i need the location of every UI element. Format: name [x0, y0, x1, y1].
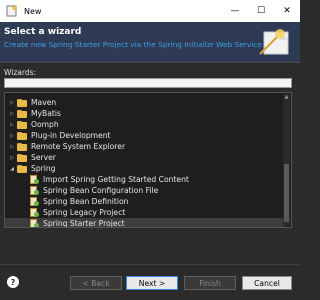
window-title: New — [24, 6, 42, 16]
chevron-down-icon[interactable]: ◢ — [7, 163, 17, 174]
spring-wizard-icon — [29, 175, 39, 184]
wizard-tree[interactable]: Spring Starter Project Spring Legacy Proj… — [4, 92, 292, 228]
tree-scrollbar[interactable]: ▲ — [283, 94, 290, 226]
tree-item-label: Spring Legacy Project — [43, 208, 126, 217]
folder-icon — [17, 109, 27, 118]
button-bar-divider — [0, 264, 300, 265]
new-wizard-icon — [5, 4, 19, 18]
tree-item-label: Plug-in Development — [31, 131, 111, 140]
tree-folder-item[interactable]: ▷ MyBatis — [5, 108, 285, 119]
tree-item-label: Spring — [31, 164, 56, 173]
minimize-button[interactable]: — — [222, 0, 248, 22]
scroll-thumb[interactable] — [284, 164, 289, 222]
tree-item-label: Spring Bean Definition — [43, 197, 129, 206]
tree-item-label: Remote System Explorer — [31, 142, 126, 151]
tree-item-label: Oomph — [31, 120, 59, 129]
wizard-header: Select a wizard Create new Spring Starte… — [0, 22, 300, 62]
minimize-icon: — — [230, 6, 240, 16]
folder-icon — [17, 120, 27, 129]
spring-wizard-icon — [29, 186, 39, 195]
chevron-right-icon[interactable]: ▷ — [7, 119, 17, 130]
close-button[interactable]: ✕ — [274, 0, 300, 22]
finish-button[interactable]: Finish — [184, 276, 236, 290]
folder-icon — [17, 142, 27, 151]
wizards-label: Wizards: — [4, 68, 37, 77]
wizard-banner-icon — [259, 29, 289, 55]
tree-wizard-item[interactable]: Import Spring Getting Started Content — [5, 174, 285, 185]
folder-icon — [17, 153, 27, 162]
tree-folder-item[interactable]: ▷ Remote System Explorer — [5, 141, 285, 152]
tree-wizard-item[interactable]: Spring Bean Configuration File — [5, 185, 285, 196]
help-button[interactable]: ? — [7, 276, 19, 288]
tree-folder-item[interactable]: ▷ Oomph — [5, 119, 285, 130]
chevron-right-icon[interactable]: ▷ — [7, 141, 17, 152]
folder-icon — [17, 164, 27, 173]
spring-wizard-icon — [29, 197, 39, 206]
page-description: Create new Spring Starter Project via th… — [4, 40, 262, 49]
chevron-right-icon[interactable]: ▷ — [7, 130, 17, 141]
tree-folder-item[interactable]: ▷ Plug-in Development — [5, 130, 285, 141]
wizard-filter-input[interactable] — [4, 78, 292, 88]
maximize-button[interactable]: ☐ — [248, 0, 274, 22]
chevron-right-icon[interactable]: ▷ — [7, 108, 17, 119]
folder-icon — [17, 98, 27, 107]
tree-wizard-item[interactable]: Spring Legacy Project — [5, 207, 285, 218]
spring-wizard-icon — [29, 208, 39, 217]
spring-wizard-icon — [29, 219, 39, 227]
cancel-button[interactable]: Cancel — [242, 276, 292, 290]
scroll-up-icon[interactable]: ▲ — [283, 94, 290, 101]
page-title: Select a wizard — [4, 27, 82, 37]
tree-item-label: Spring Bean Configuration File — [43, 186, 159, 195]
close-icon: ✕ — [283, 6, 291, 16]
chevron-right-icon[interactable]: ▷ — [7, 152, 17, 163]
tree-wizard-item[interactable]: Spring Starter Project — [5, 218, 285, 228]
title-bar: New — ☐ ✕ — [0, 0, 300, 22]
tree-folder-item[interactable]: ▷ Server — [5, 152, 285, 163]
next-button[interactable]: Next > — [126, 276, 178, 290]
tree-folder-item[interactable]: ▷ Maven — [5, 97, 285, 108]
back-button[interactable]: < Back — [70, 276, 122, 290]
tree-item-label: Spring Starter Project — [43, 219, 125, 228]
tree-item-label: Import Spring Getting Started Content — [43, 175, 189, 184]
tree-wizard-item[interactable]: Spring Bean Definition — [5, 196, 285, 207]
header-divider — [0, 62, 300, 63]
folder-icon — [17, 131, 27, 140]
tree-item-label: Maven — [31, 98, 57, 107]
tree-item-label: MyBatis — [31, 109, 61, 118]
tree-item-label: Server — [31, 153, 56, 162]
maximize-icon: ☐ — [256, 6, 266, 16]
window-controls: — ☐ ✕ — [222, 0, 300, 22]
tree-folder-item[interactable]: ◢ Spring — [5, 163, 285, 174]
chevron-right-icon[interactable]: ▷ — [7, 97, 17, 108]
help-icon: ? — [10, 277, 16, 287]
